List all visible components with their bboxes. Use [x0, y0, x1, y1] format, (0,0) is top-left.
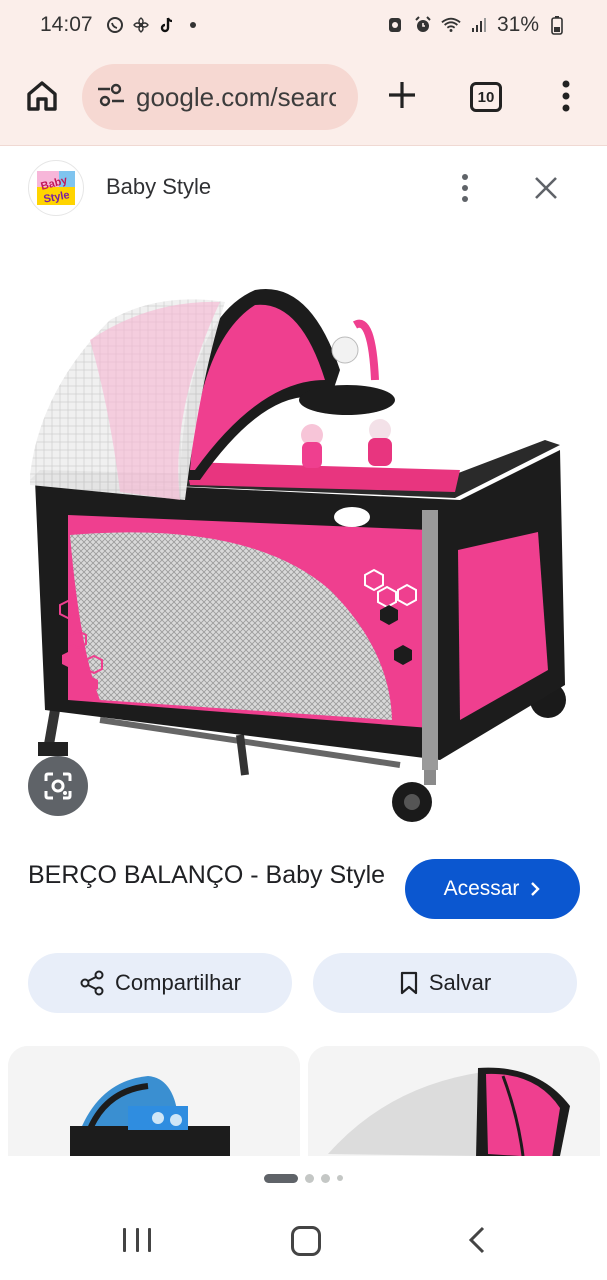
fan-icon — [131, 15, 151, 35]
browser-menu-button[interactable] — [552, 74, 580, 118]
share-button[interactable]: Compartilhar — [28, 953, 292, 1013]
related-image-pink-canopy[interactable] — [308, 1046, 600, 1156]
status-bar: 14:07 31% — [0, 0, 607, 50]
close-icon — [535, 177, 557, 199]
dot-icon — [183, 15, 203, 35]
more-vert-icon — [562, 80, 570, 112]
google-lens-button[interactable] — [28, 756, 88, 816]
back-chevron-icon — [468, 1226, 485, 1254]
wifi-icon — [441, 15, 461, 35]
battery-icon — [547, 15, 567, 35]
home-button[interactable] — [22, 76, 62, 116]
status-right: 31% — [385, 13, 567, 37]
battery-percentage: 31% — [496, 13, 539, 36]
result-title[interactable]: BERÇO BALANÇO - Baby Style — [28, 858, 388, 892]
alarm-icon — [413, 15, 433, 35]
system-navigation-bar — [0, 1200, 607, 1280]
system-home-button[interactable] — [291, 1226, 321, 1256]
baby-style-logo: Baby Style — [37, 171, 75, 206]
whatsapp-icon — [105, 15, 125, 35]
signal-icon — [469, 15, 489, 35]
back-button[interactable] — [464, 1225, 490, 1255]
status-notification-icons — [105, 15, 203, 35]
bookmark-icon — [400, 971, 417, 995]
visit-button-label: Acessar — [443, 877, 520, 900]
nfc-icon — [385, 15, 405, 35]
close-button[interactable] — [528, 170, 564, 206]
save-button[interactable]: Salvar — [313, 953, 577, 1013]
home-icon — [27, 81, 57, 111]
address-bar[interactable]: google.com/search — [82, 64, 358, 130]
lens-icon — [44, 772, 72, 800]
source-header: Baby Style Baby Style — [0, 146, 607, 230]
status-time: 14:07 — [40, 13, 93, 36]
save-button-label: Salvar — [428, 970, 492, 995]
pager-dot-active — [264, 1173, 298, 1183]
url-text: google.com/search — [136, 81, 336, 112]
visit-button[interactable]: Acessar — [405, 859, 580, 919]
pink-canopy-thumbnail — [308, 1046, 600, 1156]
source-logo[interactable]: Baby Style — [28, 160, 84, 216]
chevron-right-icon — [531, 882, 541, 896]
tiktok-icon — [157, 15, 177, 35]
pager-dot — [337, 1175, 343, 1181]
share-button-label: Compartilhar — [115, 970, 241, 995]
more-vert-icon — [462, 174, 468, 202]
source-name[interactable]: Baby Style — [106, 174, 211, 200]
pager-dot — [305, 1173, 314, 1183]
share-icon — [80, 970, 104, 996]
pager-dot — [321, 1173, 330, 1183]
status-left: 14:07 — [40, 13, 203, 37]
playpen-crib-illustration — [30, 289, 566, 822]
tab-switcher-button[interactable]: 10 — [470, 82, 502, 112]
related-images — [0, 1046, 607, 1156]
browser-toolbar: google.com/search 10 — [0, 50, 607, 146]
related-image-blue-crib[interactable] — [8, 1046, 300, 1156]
site-settings-icon[interactable] — [96, 82, 126, 113]
blue-crib-thumbnail — [8, 1046, 300, 1156]
plus-icon — [389, 82, 415, 108]
new-tab-button[interactable] — [381, 74, 423, 116]
product-image[interactable] — [0, 230, 607, 840]
source-more-button[interactable] — [452, 170, 478, 206]
recent-apps-button[interactable] — [123, 1228, 151, 1254]
carousel-indicator — [0, 1170, 607, 1186]
